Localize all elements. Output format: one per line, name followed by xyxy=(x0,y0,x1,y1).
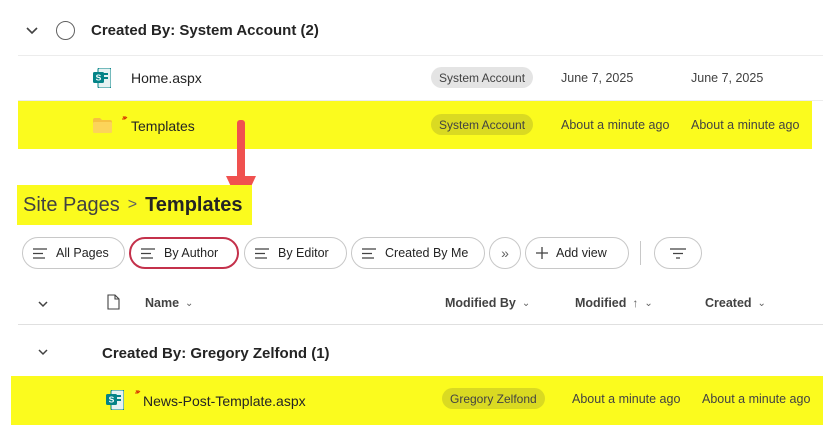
file-name[interactable]: Home.aspx xyxy=(131,70,202,86)
chevron-down-icon: ⌄ xyxy=(185,297,194,309)
breadcrumb-current: Templates xyxy=(145,193,243,216)
column-created[interactable]: Created ⌄ xyxy=(705,296,766,310)
view-all-pages-button[interactable]: All Pages xyxy=(22,237,125,269)
more-views-button[interactable]: » xyxy=(489,237,521,269)
breadcrumb: Site Pages > Templates xyxy=(17,185,252,225)
new-item-sparkle-icon xyxy=(121,111,130,129)
list-item[interactable]: S Home.aspx System Account June 7, 2025 … xyxy=(18,56,823,101)
group-header-gregory-zelfond: Created By: Gregory Zelfond (1) xyxy=(18,330,823,374)
add-view-button[interactable]: Add view xyxy=(525,237,629,269)
chevron-down-icon[interactable] xyxy=(36,345,50,359)
list-lines-icon xyxy=(141,247,155,259)
group-header-system-account: Created By: System Account (2) xyxy=(18,6,823,56)
group-title: Created By: System Account (2) xyxy=(91,22,319,39)
view-by-author-button[interactable]: By Author xyxy=(129,237,239,269)
author-pill[interactable]: System Account xyxy=(431,67,534,88)
breadcrumb-separator: > xyxy=(127,196,138,213)
sharepoint-page-icon: S xyxy=(93,67,112,93)
chevron-down-icon: ⌄ xyxy=(644,297,653,309)
chevron-down-icon[interactable] xyxy=(24,23,40,39)
toolbar-divider xyxy=(640,241,641,265)
modified-cell: June 7, 2025 xyxy=(561,71,634,85)
list-lines-icon xyxy=(255,247,269,259)
list-item-highlighted[interactable]: S News-Post-Template.aspx Gregory Zelfon… xyxy=(11,376,823,425)
column-modified-by[interactable]: Modified By ⌄ xyxy=(445,296,530,310)
column-name[interactable]: Name ⌄ xyxy=(145,296,193,310)
new-item-sparkle-icon xyxy=(134,385,143,403)
view-by-editor-button[interactable]: By Editor xyxy=(244,237,347,269)
select-group-checkbox[interactable] xyxy=(56,21,75,40)
svg-text:S: S xyxy=(96,73,102,83)
column-modified[interactable]: Modified ↑ ⌄ xyxy=(575,296,653,310)
column-header-row: Name ⌄ Modified By ⌄ Modified ↑ ⌄ Created ⌄ xyxy=(18,283,823,325)
view-created-by-me-button[interactable]: Created By Me xyxy=(351,237,485,269)
file-type-icon[interactable] xyxy=(107,294,120,315)
created-cell: June 7, 2025 xyxy=(691,71,764,85)
modified-cell: About a minute ago xyxy=(561,118,670,132)
breadcrumb-parent[interactable]: Site Pages xyxy=(23,194,120,217)
list-item-highlighted[interactable]: Templates System Account About a minute … xyxy=(18,101,812,149)
chevron-down-icon: ⌄ xyxy=(757,297,766,309)
file-name[interactable]: News-Post-Template.aspx xyxy=(143,393,306,409)
list-lines-icon xyxy=(362,247,376,259)
sharepoint-page-icon: S xyxy=(106,389,125,415)
author-pill[interactable]: System Account xyxy=(431,114,534,135)
chevron-down-icon: ⌄ xyxy=(521,297,531,309)
sort-ascending-icon: ↑ xyxy=(632,296,639,310)
filter-icon xyxy=(670,247,686,259)
created-cell: About a minute ago xyxy=(691,118,800,132)
author-pill[interactable]: Gregory Zelfond xyxy=(442,388,545,409)
folder-icon xyxy=(93,118,112,138)
filter-button[interactable] xyxy=(654,237,702,269)
plus-icon xyxy=(536,247,548,259)
modified-cell: About a minute ago xyxy=(572,392,681,406)
file-name[interactable]: Templates xyxy=(131,118,195,134)
svg-text:S: S xyxy=(109,395,115,405)
chevron-down-icon[interactable] xyxy=(36,297,50,311)
double-chevron-right-icon: » xyxy=(501,245,509,261)
group-title: Created By: Gregory Zelfond (1) xyxy=(102,345,330,362)
created-cell: About a minute ago xyxy=(702,392,811,406)
list-lines-icon xyxy=(33,247,47,259)
